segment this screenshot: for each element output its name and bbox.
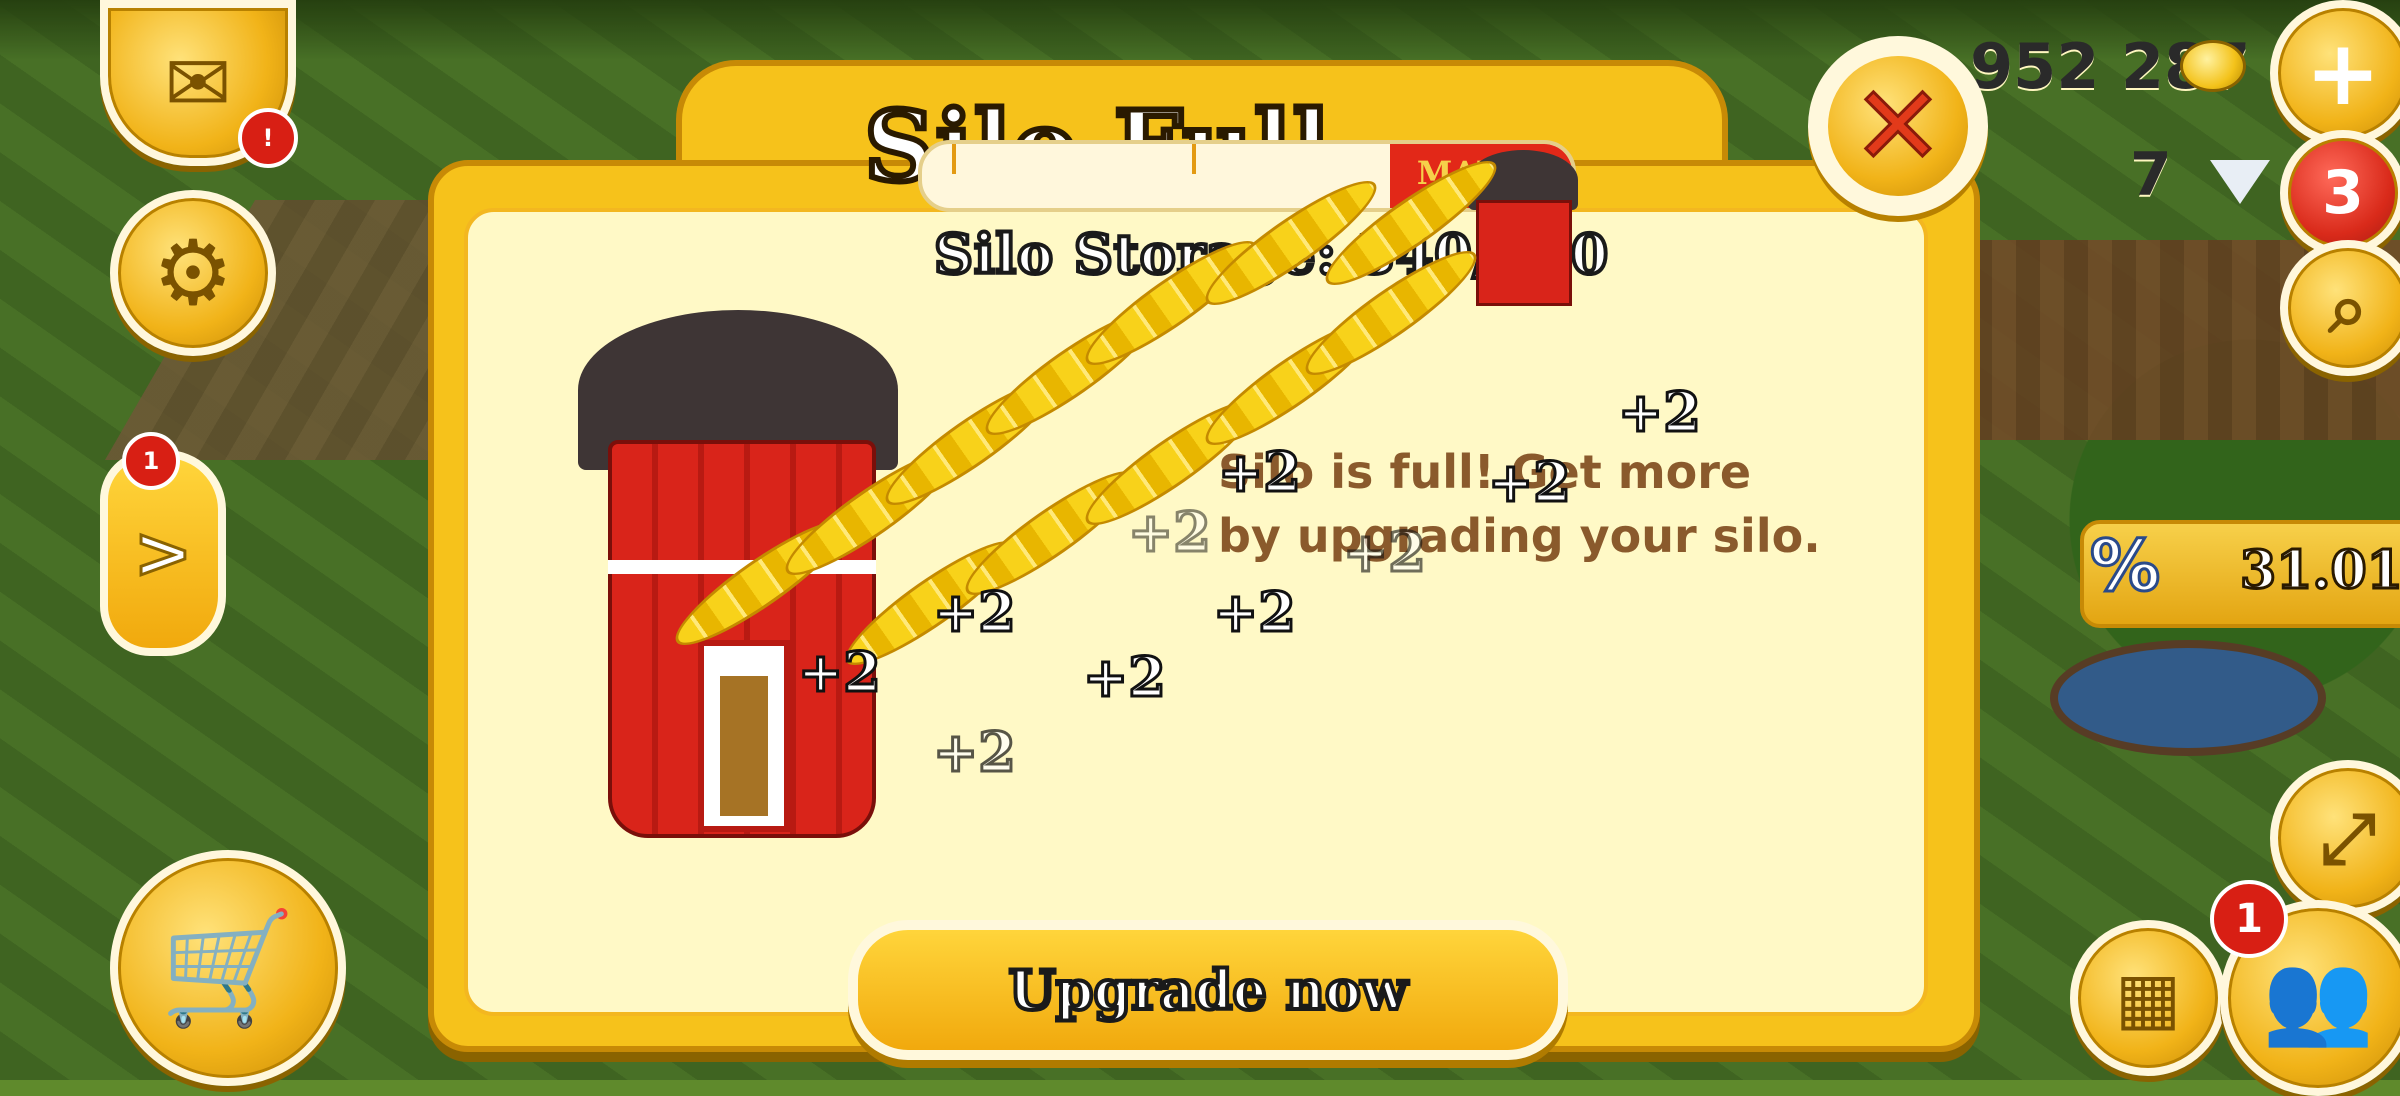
bar-tick xyxy=(952,144,956,174)
reward-label: +2 xyxy=(797,639,883,706)
roadside-shop-button[interactable]: 🛒 xyxy=(110,850,346,1086)
reward-label: +2 xyxy=(1617,379,1703,446)
reward-label: +2 xyxy=(1127,499,1213,566)
reward-label: +2 xyxy=(1342,519,1428,586)
small-silo-body xyxy=(1476,200,1572,306)
reward-label: +2 xyxy=(1487,449,1573,516)
gear-icon: ⚙ xyxy=(152,220,234,326)
dialog-message: Silo is full! Get more by upgrading your… xyxy=(1218,440,1958,568)
silo-door xyxy=(698,640,790,832)
cash-register-icon: 🛒 xyxy=(159,903,297,1032)
diamond-level-button[interactable]: 3 xyxy=(2280,130,2400,256)
silo-full-dialog: Silo Full MAX Silo Storage: 340/350 Silo… xyxy=(428,60,1980,1060)
reward-label: +2 xyxy=(932,719,1018,786)
discount-value: 31.01 xyxy=(2239,539,2400,603)
diamond-count: 7 xyxy=(2130,140,2172,210)
close-button[interactable]: ✕ xyxy=(1808,36,1988,216)
expand-icon: ⤢ xyxy=(2320,796,2376,879)
mail-badge: ! xyxy=(238,108,298,168)
close-icon: ✕ xyxy=(1828,56,1968,196)
reward-label: +2 xyxy=(1217,439,1303,506)
upgrade-now-button[interactable]: Upgrade now xyxy=(848,920,1568,1060)
message-line-1: Silo is full! Get more xyxy=(1218,445,1752,499)
reward-label: +2 xyxy=(1082,644,1168,711)
settings-button[interactable]: ⚙ xyxy=(110,190,276,356)
plus-icon: + xyxy=(2305,20,2381,126)
discount-percent-icon: % xyxy=(2088,524,2161,609)
friends-icon: 👥 xyxy=(2261,945,2375,1051)
chevron-right-icon: > xyxy=(132,511,194,596)
newspaper-icon: ▦ xyxy=(2114,957,2182,1039)
reward-label: +2 xyxy=(1212,579,1298,646)
friends-badge: 1 xyxy=(2210,880,2288,958)
reward-label: +2 xyxy=(932,579,1018,646)
magnifier-icon: ⌕ xyxy=(2328,266,2368,349)
side-tab-badge: 1 xyxy=(122,432,180,490)
diamond-icon xyxy=(2210,160,2270,204)
mail-icon: ✉ xyxy=(164,36,232,130)
bar-tick xyxy=(1192,144,1196,174)
coin-icon xyxy=(2180,40,2246,92)
diamond-level-value: 3 xyxy=(2322,158,2364,228)
newspaper-button[interactable]: ▦ xyxy=(2070,920,2226,1076)
message-line-2: by upgrading your silo. xyxy=(1218,509,1821,563)
